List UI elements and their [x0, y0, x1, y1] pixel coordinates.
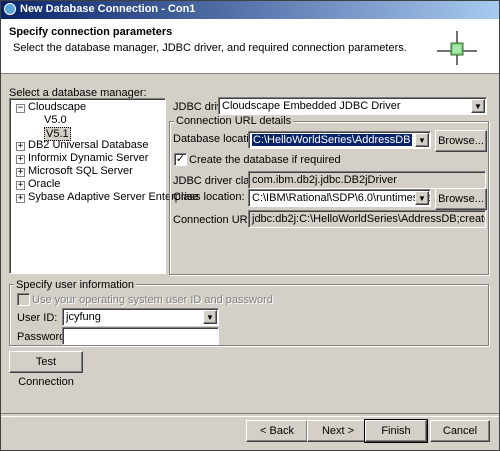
- back-button[interactable]: < Back: [246, 420, 308, 442]
- tree-item-db2[interactable]: DB2 Universal Database: [28, 139, 148, 151]
- expand-icon[interactable]: +: [16, 155, 25, 164]
- title-bar[interactable]: New Database Connection - Con1: [1, 1, 499, 19]
- tree-item-oracle[interactable]: Oracle: [28, 178, 60, 190]
- password-label: Password:: [17, 331, 69, 343]
- eclipse-icon: [4, 3, 16, 15]
- tree-item-informix[interactable]: Informix Dynamic Server: [28, 152, 148, 164]
- chevron-down-icon[interactable]: ▼: [471, 99, 485, 113]
- browse-db-location-button[interactable]: Browse...: [435, 130, 487, 152]
- chevron-down-icon[interactable]: ▼: [415, 133, 429, 147]
- jdbc-driver-value: Cloudscape Embedded JDBC Driver: [222, 100, 401, 112]
- connection-url-group-label: Connection URL details: [174, 115, 294, 127]
- user-id-value: jcyfung: [66, 311, 101, 323]
- cancel-button[interactable]: Cancel: [430, 420, 490, 442]
- user-info-group-label: Specify user information: [14, 279, 136, 291]
- expand-icon[interactable]: +: [16, 142, 25, 151]
- button-bar-separator: [1, 413, 499, 417]
- tree-item-mssql[interactable]: Microsoft SQL Server: [28, 165, 133, 177]
- tree-item-v50[interactable]: V5.0: [44, 114, 67, 126]
- window-title: New Database Connection - Con1: [20, 3, 196, 15]
- expand-icon[interactable]: +: [16, 168, 25, 177]
- collapse-icon[interactable]: −: [16, 104, 25, 113]
- connection-url-label: Connection URL:: [173, 214, 257, 226]
- jdbc-driver-combo[interactable]: Cloudscape Embedded JDBC Driver ▼: [218, 97, 487, 115]
- expand-icon[interactable]: +: [16, 194, 25, 203]
- user-id-label: User ID:: [17, 312, 58, 324]
- driver-class-field: com.ibm.db2j.jdbc.DB2jDriver: [248, 171, 486, 189]
- tree-item-cloudscape[interactable]: Cloudscape: [28, 101, 86, 113]
- connection-url-field: jdbc:db2j:C:\HelloWorldSeries\AddressDB;…: [248, 210, 486, 228]
- database-connection-icon: [437, 31, 477, 65]
- db-manager-tree[interactable]: − Cloudscape V5.0 V5.1 + DB2 Universal D…: [9, 98, 199, 274]
- use-os-credentials-label: Use your operating system user ID and pa…: [32, 294, 273, 306]
- db-location-value: C:\HelloWorldSeries\AddressDB: [252, 134, 412, 146]
- use-os-credentials-checkbox[interactable]: [17, 293, 30, 306]
- browse-class-location-button[interactable]: Browse...: [435, 188, 487, 210]
- chevron-down-icon[interactable]: ▼: [203, 310, 217, 324]
- password-field[interactable]: [62, 327, 219, 345]
- create-db-checkbox[interactable]: ✓: [174, 153, 187, 166]
- class-location-combo[interactable]: C:\IBM\Rational\SDP\6.0\runtimes\base_v6…: [248, 189, 431, 207]
- class-location-label: Class location:: [173, 191, 245, 203]
- finish-button[interactable]: Finish: [364, 419, 428, 443]
- chevron-down-icon[interactable]: ▼: [415, 191, 429, 205]
- dialog-window: New Database Connection - Con1 Specify c…: [0, 0, 500, 451]
- class-location-value: C:\IBM\Rational\SDP\6.0\runtimes\base_v6: [252, 192, 430, 204]
- create-db-label: Create the database if required: [189, 154, 341, 166]
- page-description: Select the database manager, JDBC driver…: [13, 42, 407, 54]
- test-connection-button[interactable]: Test Connection: [9, 351, 83, 388]
- user-id-combo[interactable]: jcyfung ▼: [62, 308, 219, 326]
- wizard-header: Specify connection parameters Select the…: [1, 19, 499, 74]
- db-location-combo[interactable]: C:\HelloWorldSeries\AddressDB ▼: [248, 131, 431, 149]
- page-title: Specify connection parameters: [9, 26, 173, 38]
- next-button[interactable]: Next >: [307, 420, 369, 442]
- expand-icon[interactable]: +: [16, 181, 25, 190]
